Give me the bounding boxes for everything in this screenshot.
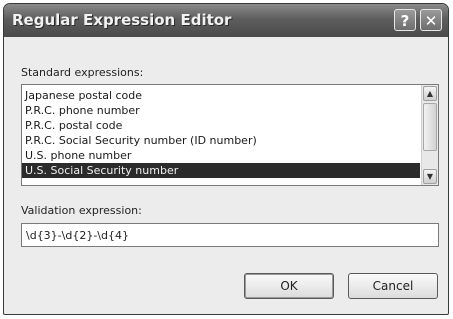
scroll-up-button[interactable]: ▲ (423, 86, 437, 101)
standard-expressions-label: Standard expressions: (21, 66, 144, 79)
help-icon: ? (400, 12, 410, 30)
help-button[interactable]: ? (394, 9, 416, 31)
validation-expression-input[interactable] (21, 223, 439, 247)
regex-editor-dialog: Regular Expression Editor ? ✕ Standard e… (3, 3, 449, 315)
list-item[interactable]: Japanese postal code (22, 88, 420, 103)
close-button[interactable]: ✕ (420, 9, 442, 31)
validation-expression-label: Validation expression: (21, 204, 142, 217)
scroll-down-button[interactable]: ▼ (423, 169, 437, 184)
vertical-scrollbar[interactable]: ▲ ▼ (421, 85, 438, 185)
title-bar: Regular Expression Editor ? ✕ (4, 4, 448, 37)
cancel-button[interactable]: Cancel (348, 273, 438, 299)
list-item[interactable]: P.R.C. Social Security number (ID number… (22, 133, 420, 148)
list-item-selected[interactable]: U.S. Social Security number (22, 163, 420, 178)
ok-button[interactable]: OK (244, 273, 334, 299)
down-arrow-icon: ▼ (426, 172, 434, 181)
dialog-title: Regular Expression Editor (12, 11, 232, 29)
list-item[interactable]: U.S. phone number (22, 148, 420, 163)
list-item[interactable]: P.R.C. phone number (22, 103, 420, 118)
standard-expressions-list[interactable]: Japanese postal code P.R.C. phone number… (21, 84, 439, 186)
up-arrow-icon: ▲ (426, 89, 434, 98)
list-item[interactable]: P.R.C. postal code (22, 118, 420, 133)
close-icon: ✕ (424, 12, 438, 30)
scroll-thumb[interactable] (423, 103, 437, 151)
